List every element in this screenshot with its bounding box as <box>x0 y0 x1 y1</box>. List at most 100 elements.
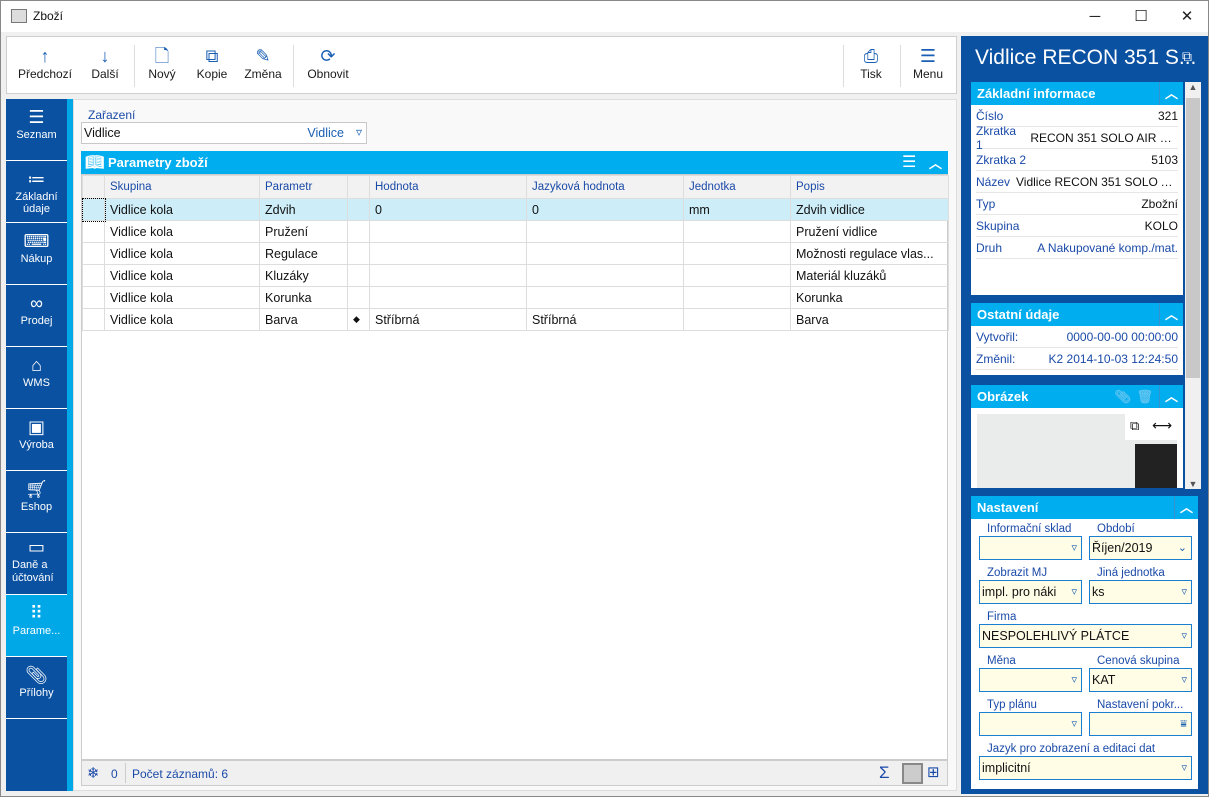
dropdown-icon[interactable]: ▿ <box>356 125 362 139</box>
table-cell[interactable]: Zdvih <box>259 198 348 221</box>
previous-button[interactable]: ↑ Předchozí <box>13 45 77 89</box>
dropdown-icon[interactable]: ▿ <box>1181 625 1187 647</box>
row-selector[interactable] <box>82 264 105 287</box>
chevron-down-icon[interactable]: ⌄ <box>1178 537 1187 559</box>
table-cell[interactable] <box>526 264 684 287</box>
table-cell[interactable] <box>683 264 791 287</box>
column-header[interactable]: Skupina <box>104 175 260 199</box>
refresh-button[interactable]: ⟳ Obnovit <box>301 45 355 89</box>
setting-field[interactable]: implicitní ▿ <box>979 756 1192 780</box>
maximize-button[interactable]: ☐ <box>1118 1 1164 32</box>
table-cell[interactable]: Pružení <box>259 220 348 243</box>
setting-field[interactable]: ks ▿ <box>1089 580 1192 604</box>
dropdown-icon[interactable]: ▿ <box>1181 757 1187 779</box>
collapse-icon[interactable]: ︿ <box>1159 385 1183 408</box>
setting-field[interactable]: ⩸ <box>1089 712 1192 736</box>
column-header[interactable]: Jazyková hodnota <box>526 175 684 199</box>
menu-button[interactable]: ☰ Menu <box>905 45 951 89</box>
table-cell[interactable] <box>526 220 684 243</box>
table-cell[interactable]: 0 <box>369 198 527 221</box>
table-row[interactable]: Vidlice kola Barva ◆ Stříbrná Stříbrná Barva <box>82 308 949 331</box>
snowflake-icon[interactable]: ❄ <box>87 764 100 782</box>
edit-mode-toggle[interactable] <box>902 763 923 784</box>
table-cell[interactable] <box>369 242 527 265</box>
table-cell[interactable] <box>683 220 791 243</box>
table-cell[interactable]: Stříbrná <box>526 308 684 331</box>
table-cell[interactable] <box>526 286 684 309</box>
table-cell[interactable] <box>347 242 370 265</box>
table-cell[interactable]: Zdvih vidlice <box>790 198 949 221</box>
setting-field[interactable]: NESPOLEHLIVÝ PLÁTCE ▿ <box>979 624 1192 648</box>
table-cell[interactable]: Stříbrná <box>369 308 527 331</box>
collapse-icon[interactable]: ︿ <box>929 153 942 172</box>
section-header-other[interactable]: Ostatní údaje ︿ <box>971 303 1183 326</box>
dropdown-icon[interactable]: ▿ <box>1071 713 1077 735</box>
classification-field[interactable]: Vidlice Vidlice ▿ <box>81 122 367 144</box>
add-view-icon[interactable]: ⊞ <box>927 763 940 781</box>
setting-field[interactable]: ▿ <box>979 668 1082 692</box>
table-cell[interactable] <box>347 198 370 221</box>
table-cell[interactable] <box>683 308 791 331</box>
setting-field[interactable]: Říjen/2019 ⌄ <box>1089 536 1192 560</box>
table-row[interactable]: Vidlice kola Korunka Korunka <box>82 286 949 309</box>
table-cell[interactable]: Barva <box>259 308 348 331</box>
sidebar-item-list[interactable]: ☰ Seznam <box>6 99 67 161</box>
table-cell[interactable]: Vidlice kola <box>104 242 260 265</box>
table-cell[interactable]: Materiál kluzáků <box>790 264 949 287</box>
dropdown-icon[interactable]: ▿ <box>1181 581 1187 603</box>
section-header-settings[interactable]: Nastavení ︿ <box>971 496 1198 519</box>
sidebar-item-taxes[interactable]: ▭ Daně a účtování <box>6 533 67 595</box>
table-cell[interactable]: Korunka <box>259 286 348 309</box>
table-row[interactable]: Vidlice kola Kluzáky Materiál kluzáků <box>82 264 949 287</box>
table-cell[interactable] <box>526 242 684 265</box>
setting-field[interactable]: ▿ <box>979 536 1082 560</box>
sum-icon[interactable]: Σ <box>879 763 890 783</box>
collapse-icon[interactable]: ︿ <box>1159 303 1183 326</box>
table-cell[interactable]: Možnosti regulace vlas... <box>790 242 949 265</box>
column-header[interactable]: Popis <box>790 175 949 199</box>
dropdown-icon[interactable]: ▿ <box>1181 669 1187 691</box>
detail-scrollbar[interactable]: ▲ ▼ <box>1185 82 1201 489</box>
print-button[interactable]: ⎙ Tisk <box>849 45 893 89</box>
dropdown-icon[interactable]: ⩸ <box>1180 713 1187 735</box>
table-cell[interactable]: ◆ <box>347 308 370 331</box>
row-selector[interactable] <box>82 220 105 243</box>
sidebar-item-sales[interactable]: ∞ Prodej <box>6 285 67 347</box>
sidebar-item-attachments[interactable]: 📎︎ Přílohy <box>6 657 67 719</box>
setting-field[interactable]: KAT ▿ <box>1089 668 1192 692</box>
table-cell[interactable]: Kluzáky <box>259 264 348 287</box>
sidebar-item-eshop[interactable]: 🛒︎ Eshop <box>6 471 67 533</box>
table-cell[interactable] <box>347 220 370 243</box>
column-header[interactable]: Parametr <box>259 175 348 199</box>
attach-icon[interactable]: 📎︎ <box>1114 385 1131 408</box>
column-header[interactable]: Jednotka <box>683 175 791 199</box>
table-cell[interactable]: Regulace <box>259 242 348 265</box>
section-header-basic[interactable]: Základní informace ︿ <box>971 82 1183 105</box>
column-header[interactable]: Hodnota <box>369 175 527 199</box>
table-cell[interactable] <box>369 220 527 243</box>
table-cell[interactable]: 0 <box>526 198 684 221</box>
row-selector[interactable] <box>82 242 105 265</box>
dropdown-icon[interactable]: ▿ <box>1071 669 1077 691</box>
open-image-icon[interactable]: ⧉ <box>1130 418 1139 434</box>
sidebar-item-basic-data[interactable]: ≔ Základní údaje <box>6 161 67 223</box>
setting-field[interactable]: ▿ <box>979 712 1082 736</box>
collapse-icon[interactable]: ︿ <box>1159 82 1183 105</box>
table-cell[interactable]: Vidlice kola <box>104 198 260 221</box>
dropdown-icon[interactable]: ▿ <box>1071 581 1077 603</box>
table-cell[interactable] <box>347 264 370 287</box>
section-header-image[interactable]: Obrázek 📎︎ 🗑︎ ︿ <box>971 385 1183 408</box>
table-cell[interactable]: Pružení vidlice <box>790 220 949 243</box>
table-cell[interactable]: Korunka <box>790 286 949 309</box>
sidebar-item-parameters[interactable]: ⠿ Parame... <box>6 595 67 657</box>
collapse-icon[interactable]: ︿ <box>1174 496 1198 519</box>
sidebar-item-purchase[interactable]: ⌨ Nákup <box>6 223 67 285</box>
table-cell[interactable]: Vidlice kola <box>104 286 260 309</box>
fit-width-icon[interactable]: ⟷ <box>1152 417 1172 434</box>
delete-icon[interactable]: 🗑︎ <box>1136 385 1153 408</box>
column-header[interactable] <box>347 175 370 199</box>
row-selector[interactable] <box>81 197 106 222</box>
table-row[interactable]: Vidlice kola Pružení Pružení vidlice <box>82 220 949 243</box>
table-cell[interactable] <box>683 242 791 265</box>
table-cell[interactable]: Barva <box>790 308 949 331</box>
